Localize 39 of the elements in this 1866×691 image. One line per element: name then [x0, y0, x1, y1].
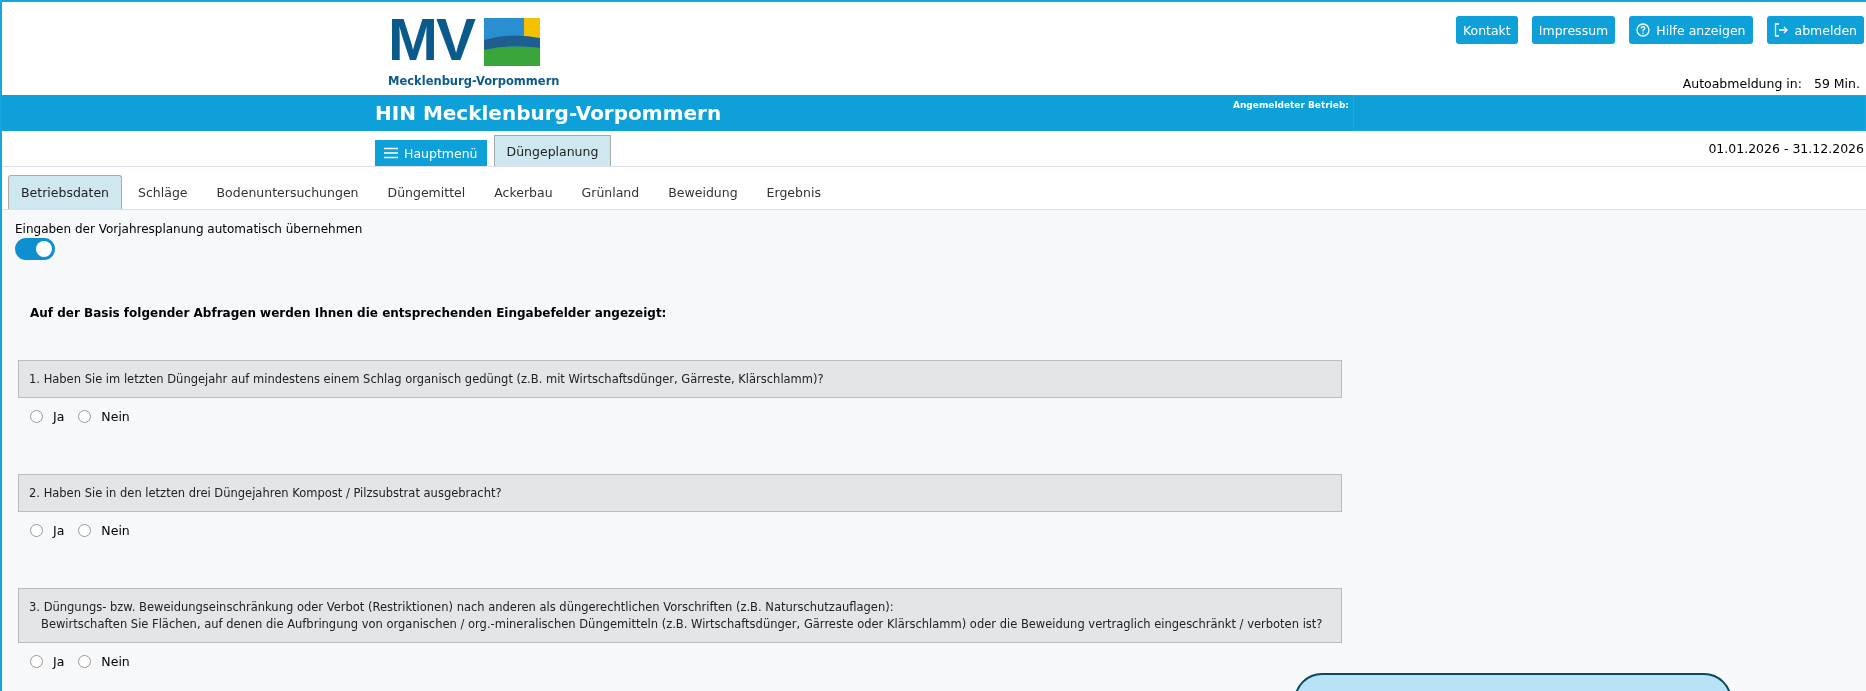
module-tab[interactable]: Düngeplanung: [493, 135, 612, 166]
radio-button[interactable]: [30, 410, 43, 423]
help-icon: [1636, 23, 1651, 37]
auto-logout-label: Autoabmeldung in:: [1682, 76, 1802, 91]
radio-button[interactable]: [30, 524, 43, 537]
radio-label: Ja: [53, 523, 65, 538]
tab[interactable]: Beweidung: [655, 175, 751, 209]
tab[interactable]: Grünland: [568, 175, 653, 209]
section-heading: Auf der Basis folgender Abfragen werden Ihnen die entsprechenden Eingabefelder angezeigt:: [30, 306, 667, 320]
tab[interactable]: Betriebsdaten: [8, 175, 123, 209]
radio-button[interactable]: [78, 410, 92, 423]
question-text: 2. Haben Sie in den letzten drei Düngejahren Kompost / Pilzsubstrat ausgebracht?: [29, 486, 503, 500]
toggle-label: Eingaben der Vorjahresplanung automatisch übernehmen: [15, 222, 363, 236]
auto-logout-timer: 59 Min.: [1813, 76, 1860, 91]
tab[interactable]: Ackerbau: [481, 175, 566, 209]
logo-caption: Mecklenburg-Vorpommern: [388, 74, 560, 88]
radio-button[interactable]: [78, 655, 92, 668]
tab[interactable]: Ergebnis: [753, 175, 834, 209]
radio-label: Nein: [101, 409, 130, 424]
planning-period: 01.01.2026 - 31.12.2026: [1708, 141, 1865, 156]
toggle-switch[interactable]: [15, 238, 55, 260]
app-title: HIN Mecklenburg-Vorpommern: [375, 101, 723, 125]
question-text: 3. Düngungs- bzw. Beweidungseinschränkung oder Verbot (Restriktionen) nach anderen als düngerechtlichen Vorschriften (z.B. Naturschutzauflagen):: [29, 600, 895, 614]
menu-icon: [384, 147, 398, 159]
logo-initials: MV: [388, 14, 474, 66]
question-text: Bewirtschaften Sie Flächen, auf denen die Aufbringung von organischen / org.-mineralischen Düngemitteln (z.B. Wirtschaftsdünger, Gärreste oder Klärschlamm) oder die Beweidung vertraglich eingeschränkt / verboten ist?: [40, 617, 1324, 631]
tab[interactable]: Bodenuntersuchungen: [203, 175, 372, 209]
tab[interactable]: Schläge: [125, 175, 201, 209]
radio-button[interactable]: [30, 655, 43, 668]
company-label: Angemeldeter Betrieb:: [1233, 99, 1350, 112]
tab[interactable]: Düngemittel: [374, 175, 479, 209]
question-text: 1. Haben Sie im letzten Düngejahr auf mindestens einem Schlag organisch gedüngt (z.B. mit Wirtschaftsdünger, Gärreste, Klärschlamm)?: [29, 372, 825, 386]
radio-button[interactable]: [78, 524, 92, 537]
radio-label: Nein: [101, 523, 130, 538]
landscape-flag-icon: [484, 18, 540, 66]
logout-icon: [1773, 23, 1789, 37]
radio-label: Ja: [53, 409, 65, 424]
radio-label: Nein: [101, 654, 130, 669]
radio-label: Ja: [53, 654, 65, 669]
